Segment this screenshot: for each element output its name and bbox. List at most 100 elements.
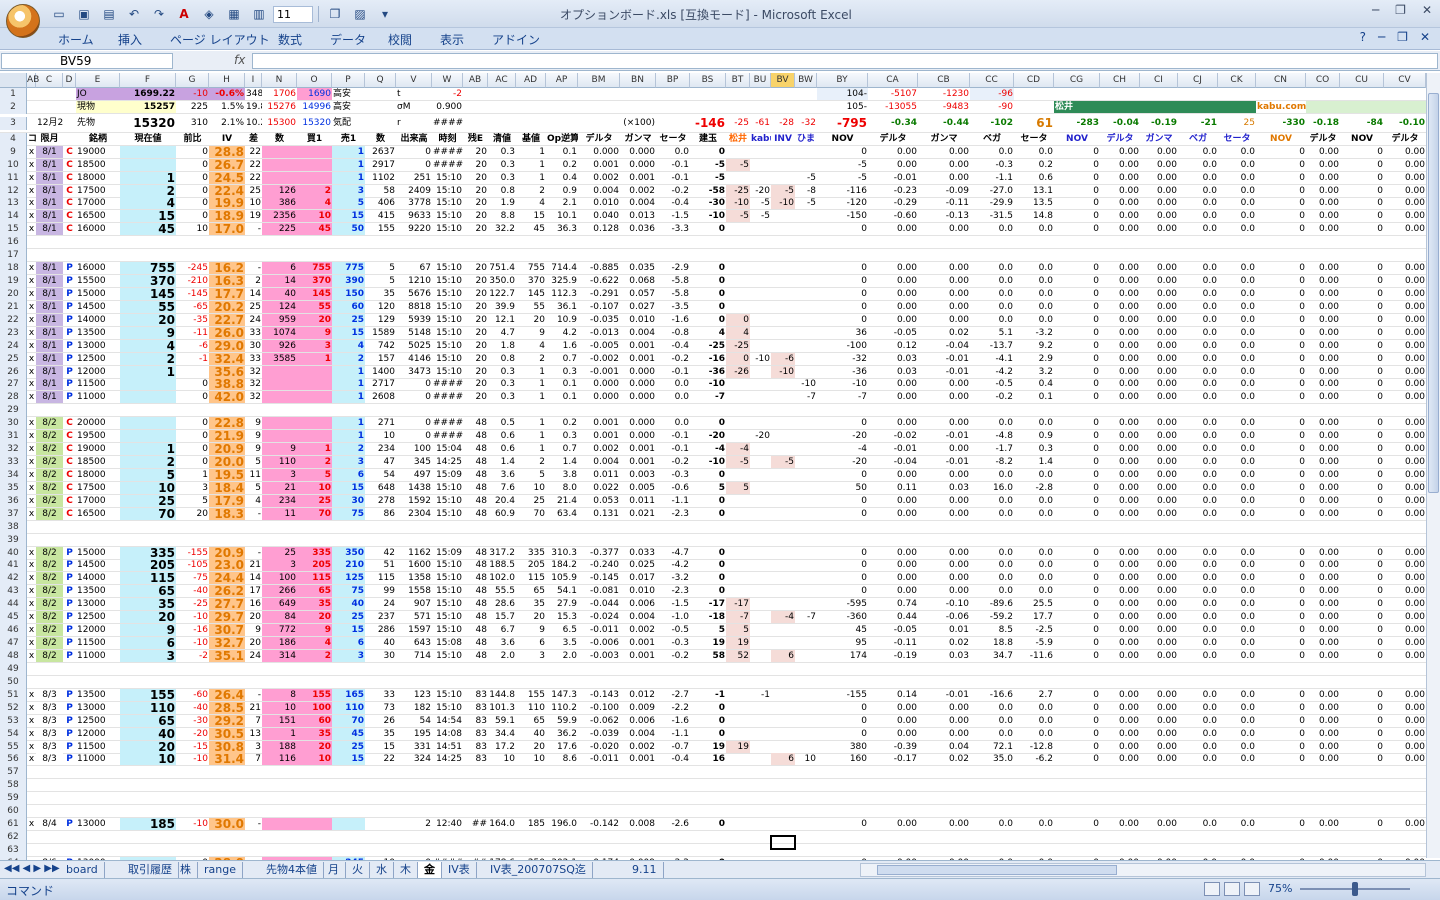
cell[interactable]: -10 (726, 197, 750, 210)
cell[interactable]: 83 (463, 689, 488, 701)
cell[interactable]: 0.0 (1178, 547, 1218, 559)
cell[interactable]: 15000 (76, 547, 120, 559)
cell[interactable]: 0.00 (1140, 818, 1178, 830)
cell[interactable]: 234 (262, 494, 297, 507)
cell[interactable]: 0 (176, 159, 209, 171)
cell[interactable]: 155 (516, 689, 546, 701)
cell[interactable]: 335 (516, 547, 546, 559)
cell[interactable]: -20 (817, 456, 868, 468)
cell[interactable]: -0.60 (868, 210, 918, 222)
cell[interactable]: 0.00 (1306, 715, 1340, 727)
cell[interactable]: 15257 (120, 100, 176, 113)
cell[interactable] (795, 650, 817, 662)
cell[interactable]: -5 (750, 197, 771, 209)
cell[interactable]: 9 (245, 430, 262, 442)
fill-color-icon[interactable]: ◈ (198, 5, 220, 23)
cell[interactable]: 310 (176, 117, 209, 129)
cell[interactable]: 19000 (76, 443, 120, 455)
cell[interactable]: 15:10 (432, 353, 463, 365)
cell[interactable] (750, 443, 771, 455)
cell[interactable]: -0.3 (970, 159, 1014, 171)
cell[interactable]: 16.0 (970, 482, 1014, 494)
cell[interactable]: 370 (120, 275, 176, 288)
cell[interactable]: 0 (690, 262, 726, 274)
cell[interactable]: 8/1 (36, 391, 63, 404)
cell[interactable]: x (27, 482, 36, 494)
cell[interactable]: 8.8 (488, 210, 516, 222)
cell[interactable]: 225 (176, 101, 209, 113)
cell[interactable]: 25 (245, 185, 262, 197)
cell[interactable]: 0.00 (1306, 508, 1340, 520)
cell[interactable]: 6 (516, 637, 546, 649)
cell[interactable]: 48 (463, 585, 488, 597)
cell[interactable]: 0 (396, 159, 432, 171)
cell[interactable]: 0 (1256, 262, 1306, 274)
cell[interactable]: 6.7 (488, 624, 516, 636)
cell[interactable]: ガンマ (1140, 133, 1178, 145)
cell[interactable]: 55 (120, 300, 176, 313)
cell[interactable]: 2 (297, 649, 332, 662)
cell[interactable]: 0.00 (1100, 559, 1140, 571)
cell[interactable]: 5 (332, 197, 365, 210)
cell[interactable]: 0.00 (1100, 715, 1140, 727)
cell[interactable] (120, 430, 176, 443)
cell[interactable]: 時刻 (432, 133, 463, 145)
cell[interactable] (795, 353, 817, 365)
cell[interactable]: 0.00 (1140, 185, 1178, 197)
cell[interactable] (795, 559, 817, 571)
row-header[interactable]: 57 (0, 766, 27, 780)
cell[interactable] (726, 469, 750, 481)
cell[interactable]: 21 (245, 559, 262, 571)
row-header[interactable]: 34 (0, 468, 27, 482)
cell[interactable]: 0.00 (1306, 585, 1340, 597)
cell[interactable]: 0.00 (1306, 702, 1340, 714)
cell[interactable]: 48 (463, 430, 488, 442)
cell[interactable]: 8.6 (546, 753, 578, 765)
cell[interactable]: 20 (463, 327, 488, 339)
cell[interactable]: 0.0 (1218, 547, 1256, 559)
cell[interactable]: 5939 (396, 314, 432, 326)
cell[interactable]: 0.00 (1100, 353, 1140, 365)
cell[interactable]: 48 (463, 443, 488, 455)
column-header[interactable]: P (332, 73, 365, 88)
cell[interactable]: 0.00 (868, 314, 918, 326)
cell[interactable]: 48 (463, 469, 488, 481)
cell[interactable]: 0.0 (1218, 585, 1256, 597)
cell[interactable]: デルタ (1384, 133, 1426, 145)
cell[interactable] (262, 158, 297, 171)
cell[interactable]: P (63, 314, 76, 326)
cell[interactable]: 20 (463, 340, 488, 352)
cell[interactable]: 115 (516, 572, 546, 584)
cell[interactable]: 12.1 (488, 314, 516, 326)
cell[interactable]: C (63, 146, 76, 158)
cell[interactable]: 2917 (365, 159, 396, 171)
cell[interactable] (795, 482, 817, 494)
cell[interactable]: 0.0 (1178, 598, 1218, 610)
cell[interactable]: 9.2 (1014, 340, 1054, 352)
cell[interactable]: 0.0 (1218, 185, 1256, 197)
cell[interactable]: 21 (245, 702, 262, 714)
cell[interactable]: 0 (1256, 275, 1306, 287)
cell[interactable]: 14500 (76, 559, 120, 571)
cell[interactable]: 0.00 (1306, 598, 1340, 610)
cell[interactable]: 48 (463, 572, 488, 584)
cell[interactable]: 0.0 (1014, 702, 1054, 714)
cell[interactable]: -25 (726, 117, 750, 129)
cell[interactable]: 0.0 (1178, 340, 1218, 352)
cell[interactable]: 1 (332, 145, 365, 158)
cell[interactable]: 0.00 (1384, 159, 1426, 171)
cell[interactable]: 39.9 (488, 301, 516, 313)
cell[interactable] (795, 430, 817, 442)
row-header[interactable]: 26 (0, 365, 27, 379)
cell[interactable]: 0.00 (918, 818, 970, 830)
cell[interactable]: x (27, 314, 36, 326)
cell[interactable]: 317.2 (488, 547, 516, 559)
cell[interactable]: P (63, 753, 76, 765)
cell[interactable]: 14 (262, 275, 297, 288)
cell[interactable]: 0.0 (1178, 353, 1218, 365)
cell[interactable] (771, 327, 795, 339)
cell[interactable]: 0 (1340, 275, 1384, 287)
cell[interactable]: -0.34 (868, 117, 918, 129)
cell[interactable]: 19.5 (209, 468, 245, 481)
cell[interactable]: 8/1 (36, 287, 63, 300)
